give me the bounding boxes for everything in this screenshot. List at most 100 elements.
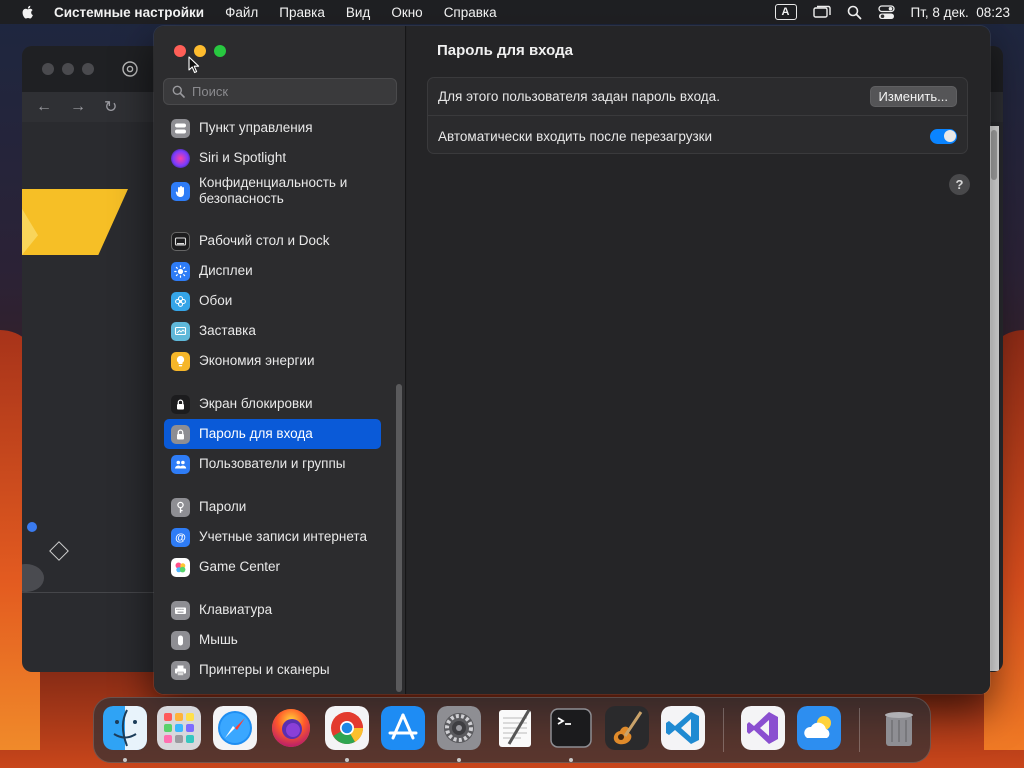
sidebar-item-label: Siri и Spotlight <box>199 150 287 165</box>
dock-icon <box>171 231 190 251</box>
sun-icon <box>171 261 190 281</box>
sidebar-item-label: Обои <box>199 293 233 308</box>
svg-text:@: @ <box>175 532 186 544</box>
autologin-toggle[interactable] <box>930 128 957 144</box>
chrome-tab-icon <box>122 61 138 77</box>
game-center-icon <box>171 557 190 577</box>
safari-icon[interactable] <box>213 706 257 750</box>
close-button[interactable] <box>174 45 186 57</box>
change-password-button[interactable]: Изменить... <box>869 86 957 107</box>
autologin-row-label: Автоматически входить после перезагрузки <box>438 128 713 144</box>
menu-bar: Системные настройки Файл Правка Вид Окно… <box>0 0 1024 24</box>
launchpad-icon[interactable] <box>157 706 201 750</box>
mouse-icon <box>171 630 190 650</box>
browser-scrollbar <box>989 126 999 671</box>
control-center-icon[interactable] <box>877 4 895 20</box>
apple-icon[interactable] <box>20 4 36 20</box>
help-button[interactable]: ? <box>949 174 970 195</box>
password-row-label: Для этого пользователя задан пароль вход… <box>438 89 720 104</box>
sidebar-item-wallpaper[interactable]: Обои <box>164 286 381 316</box>
users-icon <box>171 454 190 474</box>
sidebar-item-label: Game Center <box>199 559 281 574</box>
search-icon[interactable] <box>847 5 862 20</box>
divider <box>22 592 154 593</box>
bulb-icon <box>171 351 190 371</box>
page-circle <box>22 564 44 592</box>
chrome-icon[interactable] <box>325 706 369 750</box>
sidebar-item-label: Пароли <box>199 499 247 514</box>
sidebar-item-lock-screen[interactable]: Экран блокировки <box>164 389 381 419</box>
sidebar-item-desktop-dock[interactable]: Рабочий стол и Dock <box>164 226 381 256</box>
sidebar-item-printers[interactable]: Принтеры и сканеры <box>164 655 381 685</box>
lock-icon <box>171 424 190 444</box>
sidebar-item-label: Пользователи и группы <box>199 456 346 471</box>
sidebar-item-displays[interactable]: Дисплеи <box>164 256 381 286</box>
sidebar-item-label: Дисплеи <box>199 263 253 278</box>
page-graphic <box>22 189 128 255</box>
visual-studio-icon[interactable] <box>741 706 785 750</box>
sidebar-item-siri[interactable]: Siri и Spotlight <box>164 143 381 173</box>
sidebar-item-keyboard[interactable]: Клавиатура <box>164 595 381 625</box>
diamond-icon <box>49 541 69 561</box>
screensaver-icon <box>171 321 190 341</box>
reload-icon: ↻ <box>104 99 118 116</box>
zoom-button[interactable] <box>214 45 226 57</box>
screen-mirroring-icon[interactable] <box>812 5 831 19</box>
system-settings-icon[interactable] <box>437 706 481 750</box>
sidebar-item-energy[interactable]: Экономия энергии <box>164 346 381 376</box>
sidebar-item-label: Конфиденциальность и безопасность <box>199 175 348 206</box>
sidebar-item-internet-accounts[interactable]: @ Учетные записи интернета <box>164 522 381 552</box>
menu-app-name[interactable]: Системные настройки <box>54 5 204 20</box>
menu-view[interactable]: Вид <box>346 5 370 20</box>
running-indicator <box>123 758 127 762</box>
forward-icon: → <box>70 98 86 115</box>
garageband-icon[interactable] <box>605 706 649 750</box>
sidebar-item-label: Принтеры и сканеры <box>199 662 330 677</box>
flower-icon <box>171 291 190 311</box>
sidebar-scrollbar[interactable] <box>396 384 402 692</box>
trash-icon[interactable] <box>877 706 921 750</box>
sidebar-item-users[interactable]: Пользователи и группы <box>164 449 381 479</box>
window-dot <box>42 63 54 75</box>
firefox-icon[interactable] <box>269 706 313 750</box>
keyboard-icon <box>171 600 190 620</box>
sidebar-item-privacy[interactable]: Конфиденциальность и безопасность <box>164 172 381 210</box>
at-icon: @ <box>171 527 190 547</box>
vscode-icon[interactable] <box>661 706 705 750</box>
page-title: Пароль для входа <box>437 42 573 59</box>
hand-icon <box>171 181 190 201</box>
running-indicator <box>345 758 349 762</box>
window-controls <box>174 45 226 57</box>
dock-separator <box>859 708 860 752</box>
sidebar-item-login-password[interactable]: Пароль для входа <box>164 419 381 449</box>
weather-icon[interactable] <box>797 706 841 750</box>
siri-icon <box>171 148 190 168</box>
menu-clock[interactable]: Пт, 8 дек. 08:23 <box>911 5 1010 20</box>
textedit-icon[interactable] <box>493 706 537 750</box>
mouse-pointer-icon <box>188 56 200 74</box>
key-icon <box>171 497 190 517</box>
sidebar-item-control-center[interactable]: Пункт управления <box>164 113 381 143</box>
system-settings-window: Пункт управления Siri и Spotlight Конфид… <box>154 26 990 694</box>
finder-icon[interactable] <box>103 706 147 750</box>
scroll-thumb <box>991 130 997 180</box>
menu-edit[interactable]: Правка <box>279 5 325 20</box>
menu-help[interactable]: Справка <box>444 5 497 20</box>
sidebar-item-label: Рабочий стол и Dock <box>199 233 330 248</box>
window-dot <box>82 63 94 75</box>
app-store-icon[interactable] <box>381 706 425 750</box>
input-source-icon[interactable]: A <box>774 4 797 20</box>
menu-window[interactable]: Окно <box>391 5 422 20</box>
search-field[interactable] <box>163 78 397 105</box>
sidebar-item-label: Экран блокировки <box>199 396 313 411</box>
printer-icon <box>171 660 190 680</box>
search-input[interactable] <box>192 84 382 99</box>
sidebar-item-game-center[interactable]: Game Center <box>164 552 381 582</box>
sidebar-item-passwords[interactable]: Пароли <box>164 492 381 522</box>
window-dot <box>62 63 74 75</box>
sidebar-item-screensaver[interactable]: Заставка <box>164 316 381 346</box>
autologin-row: Автоматически входить после перезагрузки <box>428 117 967 155</box>
menu-file[interactable]: Файл <box>225 5 258 20</box>
terminal-icon[interactable] <box>549 706 593 750</box>
sidebar-item-mouse[interactable]: Мышь <box>164 625 381 655</box>
